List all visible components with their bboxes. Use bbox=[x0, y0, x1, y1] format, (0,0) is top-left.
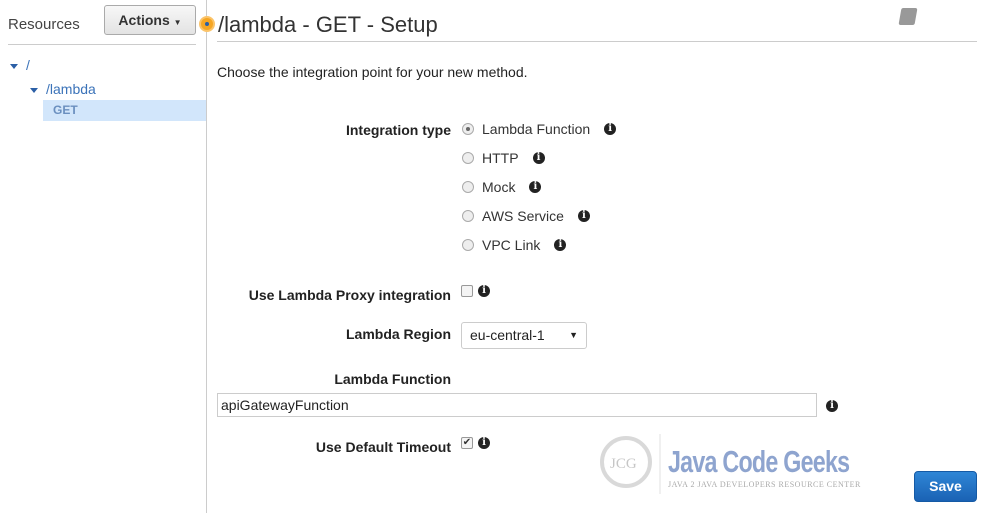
divider bbox=[217, 41, 977, 42]
radio-button[interactable] bbox=[462, 123, 474, 135]
integration-type-label: Integration type bbox=[345, 122, 451, 138]
info-icon[interactable]: i bbox=[532, 152, 545, 164]
tree-label: / bbox=[26, 57, 30, 73]
dropdown-arrow-icon: ▼ bbox=[569, 330, 578, 340]
save-button[interactable]: Save bbox=[914, 471, 977, 502]
radio-button[interactable] bbox=[462, 239, 474, 251]
proxy-label: Use Lambda Proxy integration bbox=[248, 287, 451, 303]
timeout-checkbox[interactable]: ✔ bbox=[461, 437, 473, 449]
proxy-row: i bbox=[461, 285, 490, 297]
info-icon[interactable]: i bbox=[554, 239, 567, 251]
option-label: AWS Service bbox=[482, 208, 564, 224]
option-label: VPC Link bbox=[482, 237, 541, 253]
watermark-subtitle: JAVA 2 JAVA DEVELOPERS RESOURCE CENTER bbox=[668, 480, 861, 489]
region-label: Lambda Region bbox=[345, 326, 451, 342]
function-label: Lambda Function bbox=[334, 371, 451, 387]
radio-vpc-link[interactable]: VPC Link i bbox=[462, 237, 567, 253]
info-icon[interactable]: i bbox=[529, 181, 542, 193]
book-icon[interactable] bbox=[898, 8, 918, 25]
region-select[interactable]: eu-central-1 ▼ bbox=[461, 322, 587, 349]
resources-sidebar bbox=[0, 0, 207, 513]
tree-item-lambda[interactable]: /lambda bbox=[30, 81, 96, 97]
svg-text:JCG: JCG bbox=[610, 456, 637, 472]
radio-http[interactable]: HTTP i bbox=[462, 150, 545, 166]
info-icon[interactable]: i bbox=[478, 437, 490, 449]
tree-label: /lambda bbox=[46, 81, 96, 97]
radio-aws-service[interactable]: AWS Service i bbox=[462, 208, 590, 224]
radio-mock[interactable]: Mock i bbox=[462, 179, 542, 195]
option-label: Lambda Function bbox=[482, 121, 591, 137]
divider bbox=[8, 44, 196, 45]
radio-button[interactable] bbox=[462, 181, 474, 193]
radio-button[interactable] bbox=[462, 210, 474, 222]
info-icon[interactable]: i bbox=[478, 285, 490, 297]
tree-item-root[interactable]: / bbox=[10, 57, 30, 73]
info-icon[interactable]: i bbox=[577, 210, 590, 222]
intro-text: Choose the integration point for your ne… bbox=[217, 64, 528, 80]
radio-button[interactable] bbox=[462, 152, 474, 164]
page-title: /lambda - GET - Setup bbox=[218, 12, 438, 37]
option-label: HTTP bbox=[482, 150, 519, 166]
expand-icon bbox=[10, 63, 18, 69]
region-value: eu-central-1 bbox=[470, 327, 545, 343]
expand-icon bbox=[30, 87, 38, 93]
info-icon[interactable]: i bbox=[604, 123, 617, 135]
radio-lambda-function[interactable]: Lambda Function i bbox=[462, 121, 617, 137]
jcg-logo: JCG bbox=[600, 434, 661, 494]
sidebar-resize-handle[interactable] bbox=[199, 16, 215, 32]
option-label: Mock bbox=[482, 179, 516, 195]
proxy-checkbox[interactable] bbox=[461, 285, 473, 297]
actions-button[interactable]: Actions ▼ bbox=[104, 5, 196, 35]
lambda-function-input[interactable]: apiGatewayFunction bbox=[217, 393, 817, 417]
timeout-row: ✔ i bbox=[461, 437, 490, 449]
tree-item-get[interactable]: GET bbox=[43, 100, 206, 121]
resources-title: Resources bbox=[8, 16, 80, 33]
caret-down-icon: ▼ bbox=[173, 18, 182, 27]
info-icon[interactable]: i bbox=[826, 400, 838, 412]
actions-label: Actions bbox=[118, 12, 170, 28]
timeout-label: Use Default Timeout bbox=[315, 439, 451, 455]
watermark-title: Java Code Geeks bbox=[668, 444, 850, 479]
